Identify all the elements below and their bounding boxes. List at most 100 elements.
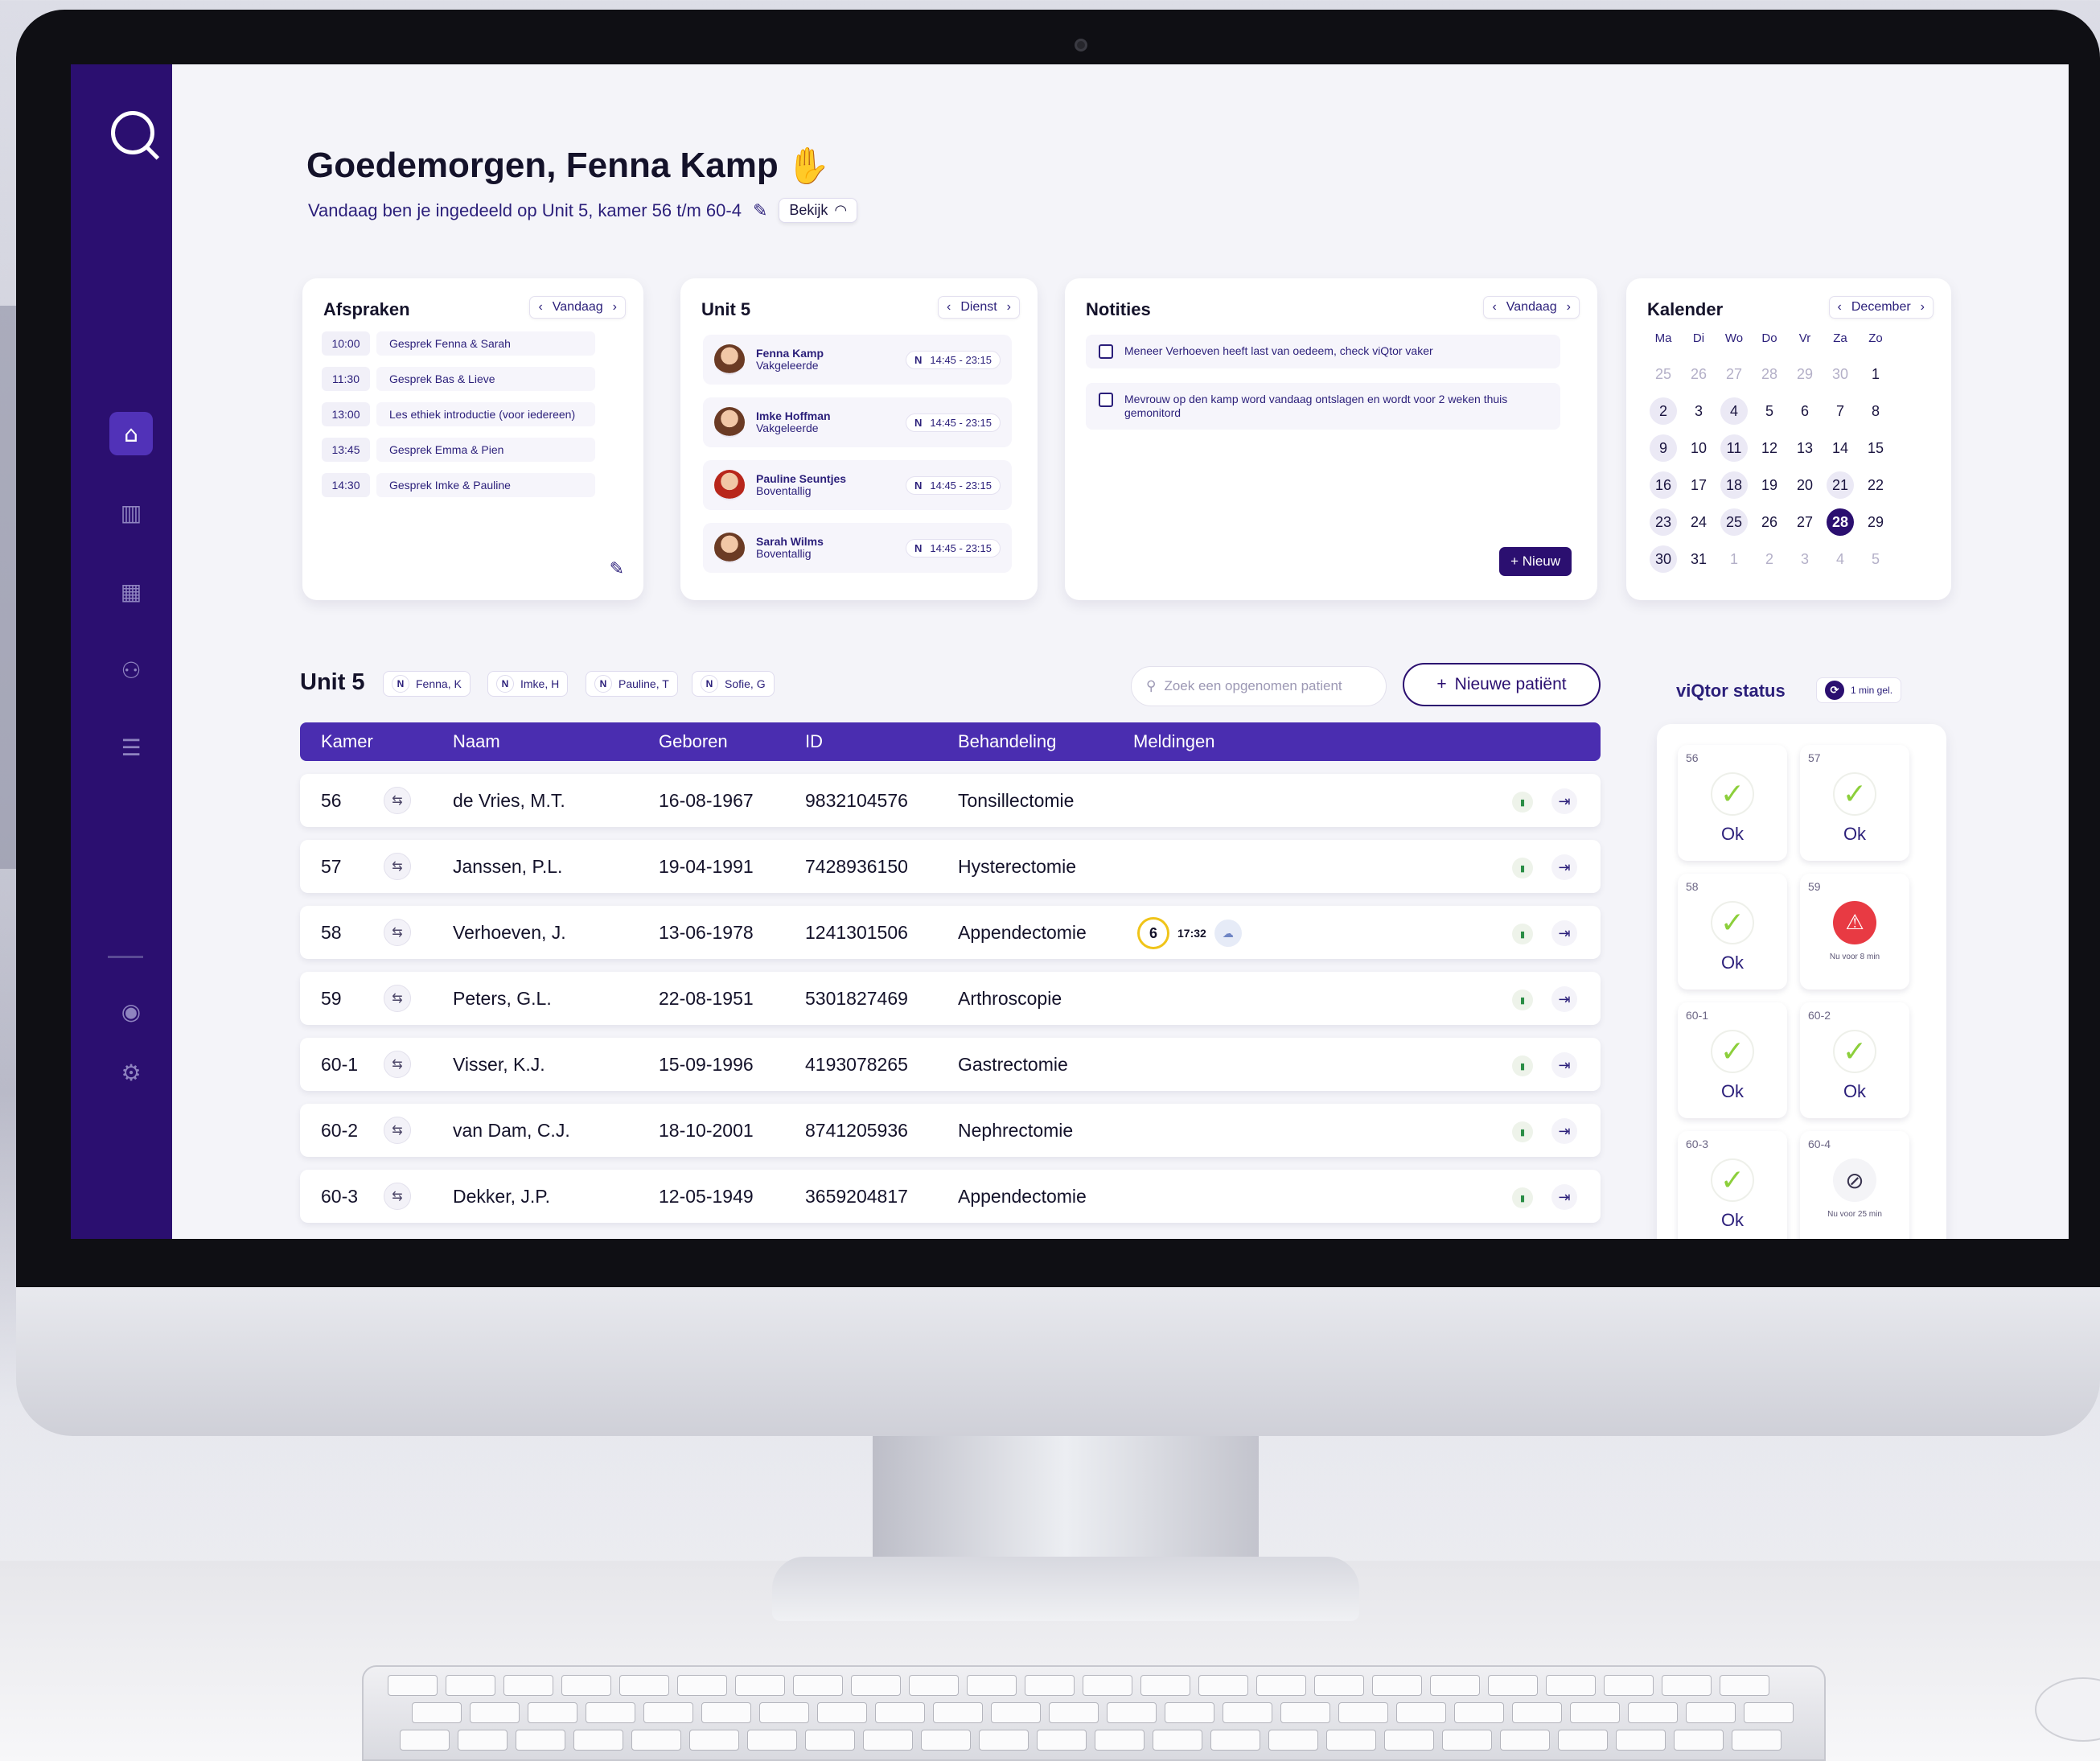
calendar-day[interactable]: 30: [1823, 360, 1858, 388]
swap-icon[interactable]: ⇆: [384, 1051, 411, 1078]
calendar-day[interactable]: 15: [1858, 434, 1893, 462]
appointments-date-nav[interactable]: ‹ Vandaag ›: [529, 296, 626, 319]
appointment-item[interactable]: 14:30 Gesprek Imke & Pauline: [322, 473, 595, 497]
table-row[interactable]: 60-2 ⇆ van Dam, C.J. 18-10-2001 87412059…: [300, 1104, 1601, 1157]
status-tile[interactable]: 60-2 ✓ Ok: [1800, 1002, 1909, 1118]
profile-icon[interactable]: ◉: [109, 990, 153, 1033]
calendar-day[interactable]: 25: [1646, 360, 1681, 388]
swap-icon[interactable]: ⇆: [384, 1117, 411, 1144]
calendar-day[interactable]: 10: [1681, 434, 1716, 462]
note-item[interactable]: Mevrouw op den kamp word vandaag ontslag…: [1086, 383, 1560, 430]
calendar-day[interactable]: 30: [1650, 545, 1677, 573]
calendar-day[interactable]: 13: [1787, 434, 1823, 462]
calendar-day[interactable]: 21: [1827, 471, 1854, 499]
calendar-day[interactable]: 18: [1720, 471, 1748, 499]
calendar-day[interactable]: 11: [1720, 434, 1748, 462]
calendar-day[interactable]: 12: [1752, 434, 1787, 462]
calendar-day[interactable]: 31: [1681, 545, 1716, 573]
shift-nav[interactable]: ‹ Dienst ›: [937, 296, 1020, 319]
chevron-right-icon[interactable]: ›: [1921, 300, 1925, 315]
chevron-right-icon[interactable]: ›: [613, 300, 617, 315]
status-tile[interactable]: 59 ⚠ Nu voor 8 min: [1800, 874, 1909, 990]
note-checkbox[interactable]: [1099, 344, 1113, 359]
table-row[interactable]: 58 ⇆ Verhoeven, J. 13-06-1978 1241301506…: [300, 906, 1601, 959]
table-row[interactable]: 60-1 ⇆ Visser, K.J. 15-09-1996 419307826…: [300, 1038, 1601, 1091]
table-row[interactable]: 56 ⇆ de Vries, M.T. 16-08-1967 983210457…: [300, 774, 1601, 827]
sliders-icon[interactable]: ☰: [109, 726, 153, 769]
edit-pencil-icon[interactable]: ✎: [610, 559, 624, 579]
calendar-day[interactable]: 1: [1858, 360, 1893, 388]
status-tile[interactable]: 56 ✓ Ok: [1678, 745, 1787, 861]
chevron-left-icon[interactable]: ‹: [538, 300, 542, 315]
swap-icon[interactable]: ⇆: [384, 853, 411, 880]
gear-icon[interactable]: ⚙: [109, 1051, 153, 1094]
chevron-right-icon[interactable]: ›: [1007, 300, 1011, 315]
calendar-day[interactable]: 23: [1650, 508, 1677, 536]
calendar-day[interactable]: 17: [1681, 471, 1716, 499]
new-patient-button[interactable]: + Nieuwe patiënt: [1403, 663, 1601, 706]
calendar-day[interactable]: 2: [1650, 397, 1677, 425]
calendar-day[interactable]: 5: [1858, 545, 1893, 573]
calendar-day[interactable]: 3: [1681, 397, 1716, 425]
staff-item[interactable]: Fenna Kamp Vakgeleerde N 14:45 - 23:15: [703, 335, 1012, 385]
calendar-day[interactable]: 1: [1716, 545, 1752, 573]
calendar-day[interactable]: 14: [1823, 434, 1858, 462]
note-item[interactable]: Meneer Verhoeven heeft last van oedeem, …: [1086, 335, 1560, 368]
view-button[interactable]: Bekijk ◠: [779, 198, 858, 223]
calendar-day[interactable]: 3: [1787, 545, 1823, 573]
calendar-day[interactable]: 24: [1681, 508, 1716, 536]
month-nav[interactable]: ‹ December ›: [1828, 296, 1934, 319]
calendar-day[interactable]: 26: [1752, 508, 1787, 536]
staff-item[interactable]: Pauline Seuntjes Boventallig N 14:45 - 23:…: [703, 460, 1012, 510]
swap-icon[interactable]: ⇆: [384, 1183, 411, 1210]
status-tile[interactable]: 57 ✓ Ok: [1800, 745, 1909, 861]
calendar-day[interactable]: 29: [1787, 360, 1823, 388]
calendar-day[interactable]: 19: [1752, 471, 1787, 499]
table-row[interactable]: 59 ⇆ Peters, G.L. 22-08-1951 5301827469 …: [300, 972, 1601, 1025]
staff-chip[interactable]: N Fenna, K: [383, 671, 471, 697]
calendar-day[interactable]: 16: [1650, 471, 1677, 499]
q-logo-icon[interactable]: [111, 111, 154, 154]
users-icon[interactable]: ⚇: [109, 648, 153, 692]
note-checkbox[interactable]: [1099, 393, 1113, 407]
calendar-day[interactable]: 26: [1681, 360, 1716, 388]
calendar-day[interactable]: 2: [1752, 545, 1787, 573]
chevron-left-icon[interactable]: ‹: [1838, 300, 1842, 315]
staff-chip[interactable]: N Pauline, T: [586, 671, 678, 697]
calendar-day[interactable]: 27: [1787, 508, 1823, 536]
calendar-day[interactable]: 27: [1716, 360, 1752, 388]
appointment-item[interactable]: 11:30 Gesprek Bas & Lieve: [322, 367, 595, 391]
appointment-item[interactable]: 13:45 Gesprek Emma & Pien: [322, 438, 595, 462]
discharge-icon[interactable]: ⇥: [1551, 1118, 1577, 1144]
alert-group[interactable]: 6 17:32 ☁: [1137, 917, 1242, 949]
chevron-left-icon[interactable]: ‹: [947, 300, 951, 315]
discharge-icon[interactable]: ⇥: [1551, 1052, 1577, 1078]
discharge-icon[interactable]: ⇥: [1551, 1184, 1577, 1210]
calendar-day[interactable]: 8: [1858, 397, 1893, 425]
home-icon[interactable]: ⌂: [109, 412, 153, 455]
status-tile[interactable]: 60-4 ⊘ Nu voor 25 min: [1800, 1131, 1909, 1239]
calendar-day-selected[interactable]: 28: [1827, 508, 1854, 536]
calendar-day[interactable]: 9: [1650, 434, 1677, 462]
calendar-day[interactable]: 28: [1752, 360, 1787, 388]
chevron-left-icon[interactable]: ‹: [1492, 300, 1496, 315]
calendar-day[interactable]: 20: [1787, 471, 1823, 499]
discharge-icon[interactable]: ⇥: [1551, 920, 1577, 946]
calendar-day[interactable]: 7: [1823, 397, 1858, 425]
notes-date-nav[interactable]: ‹ Vandaag ›: [1483, 296, 1580, 319]
swap-icon[interactable]: ⇆: [384, 985, 411, 1012]
chevron-right-icon[interactable]: ›: [1567, 300, 1571, 315]
swap-icon[interactable]: ⇆: [384, 919, 411, 946]
calendar-icon[interactable]: ▦: [109, 570, 153, 613]
calendar-day[interactable]: 4: [1720, 397, 1748, 425]
discharge-icon[interactable]: ⇥: [1551, 854, 1577, 880]
calendar-day[interactable]: 4: [1823, 545, 1858, 573]
staff-chip[interactable]: N Sofie, G: [692, 671, 775, 697]
calendar-day[interactable]: 5: [1752, 397, 1787, 425]
pencil-icon[interactable]: ✎: [753, 200, 767, 221]
new-note-button[interactable]: + Nieuw: [1499, 547, 1572, 576]
swap-icon[interactable]: ⇆: [384, 787, 411, 814]
table-row[interactable]: 60-3 ⇆ Dekker, J.P. 12-05-1949 365920481…: [300, 1170, 1601, 1223]
calendar-day[interactable]: 29: [1858, 508, 1893, 536]
table-row[interactable]: 57 ⇆ Janssen, P.L. 19-04-1991 7428936150…: [300, 840, 1601, 893]
